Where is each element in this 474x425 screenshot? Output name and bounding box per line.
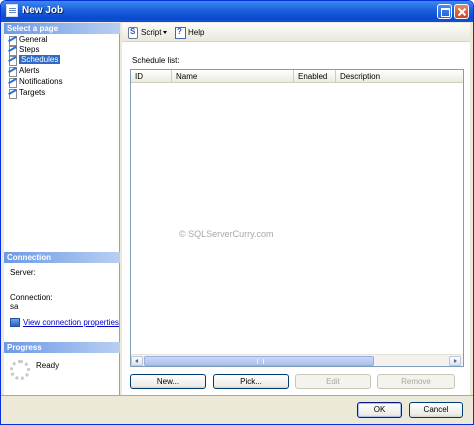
schedule-list-grid[interactable]: ID Name Enabled Description © SQLServerC… (130, 69, 464, 367)
main-panel: Script Help Schedule list: ID Name Enabl… (122, 23, 470, 395)
horizontal-scrollbar[interactable] (131, 354, 463, 366)
page-item-alerts[interactable]: Alerts (6, 66, 39, 77)
scroll-right-icon[interactable] (449, 356, 461, 366)
script-button[interactable]: Script (127, 26, 161, 39)
help-button[interactable]: Help (174, 26, 204, 39)
ok-button[interactable]: OK (357, 402, 402, 418)
scroll-left-icon[interactable] (131, 356, 143, 366)
script-dropdown-arrow-icon[interactable] (163, 31, 167, 34)
column-header-enabled[interactable]: Enabled (294, 70, 336, 83)
schedule-list-label: Schedule list: (132, 56, 180, 65)
window-icon (6, 4, 18, 17)
grid-header: ID Name Enabled Description (131, 70, 463, 83)
progress-status: Ready (36, 361, 60, 370)
page-icon (8, 46, 17, 56)
page-icon (8, 89, 17, 99)
page-item-general[interactable]: General (6, 35, 47, 46)
connection-header: Connection (4, 252, 120, 263)
column-header-id[interactable]: ID (131, 70, 172, 83)
progress-header: Progress (4, 342, 120, 353)
column-header-description[interactable]: Description (336, 70, 463, 83)
connection-value: sa (10, 302, 19, 311)
column-header-name[interactable]: Name (172, 70, 294, 83)
page-item-targets[interactable]: Targets (6, 88, 45, 99)
footer-divider (1, 395, 473, 396)
window-title: New Job (22, 5, 64, 16)
view-connection-properties-link[interactable]: View connection properties (10, 318, 119, 327)
pick-button[interactable]: Pick... (213, 374, 289, 389)
select-page-header: Select a page (4, 23, 120, 34)
title-bar[interactable]: New Job (1, 1, 473, 22)
edit-button[interactable]: Edit (295, 374, 371, 389)
page-icon (8, 78, 17, 88)
connection-label: Connection: (10, 293, 53, 302)
watermark: © SQLServerCurry.com (179, 229, 274, 239)
toolbar: Script Help (122, 23, 470, 42)
new-button[interactable]: New... (130, 374, 206, 389)
remove-button[interactable]: Remove (377, 374, 455, 389)
maximize-button[interactable] (437, 4, 452, 19)
page-icon (8, 56, 17, 66)
help-icon (174, 26, 186, 39)
connection-properties-icon (10, 318, 20, 327)
page-icon (8, 36, 17, 46)
page-item-steps[interactable]: Steps (6, 45, 39, 56)
script-icon (127, 26, 138, 39)
left-panel: Select a page General Steps Schedules Al… (4, 23, 120, 395)
close-button[interactable] (454, 4, 469, 19)
page-icon (8, 67, 17, 77)
scrollbar-thumb[interactable] (144, 356, 374, 366)
page-item-notifications[interactable]: Notifications (6, 77, 63, 88)
cancel-button[interactable]: Cancel (409, 402, 463, 418)
page-item-schedules[interactable]: Schedules (6, 55, 61, 66)
new-job-window: New Job Select a page General Steps Sche… (0, 0, 474, 425)
server-label: Server: (10, 268, 36, 277)
progress-spinner-icon (10, 360, 30, 380)
